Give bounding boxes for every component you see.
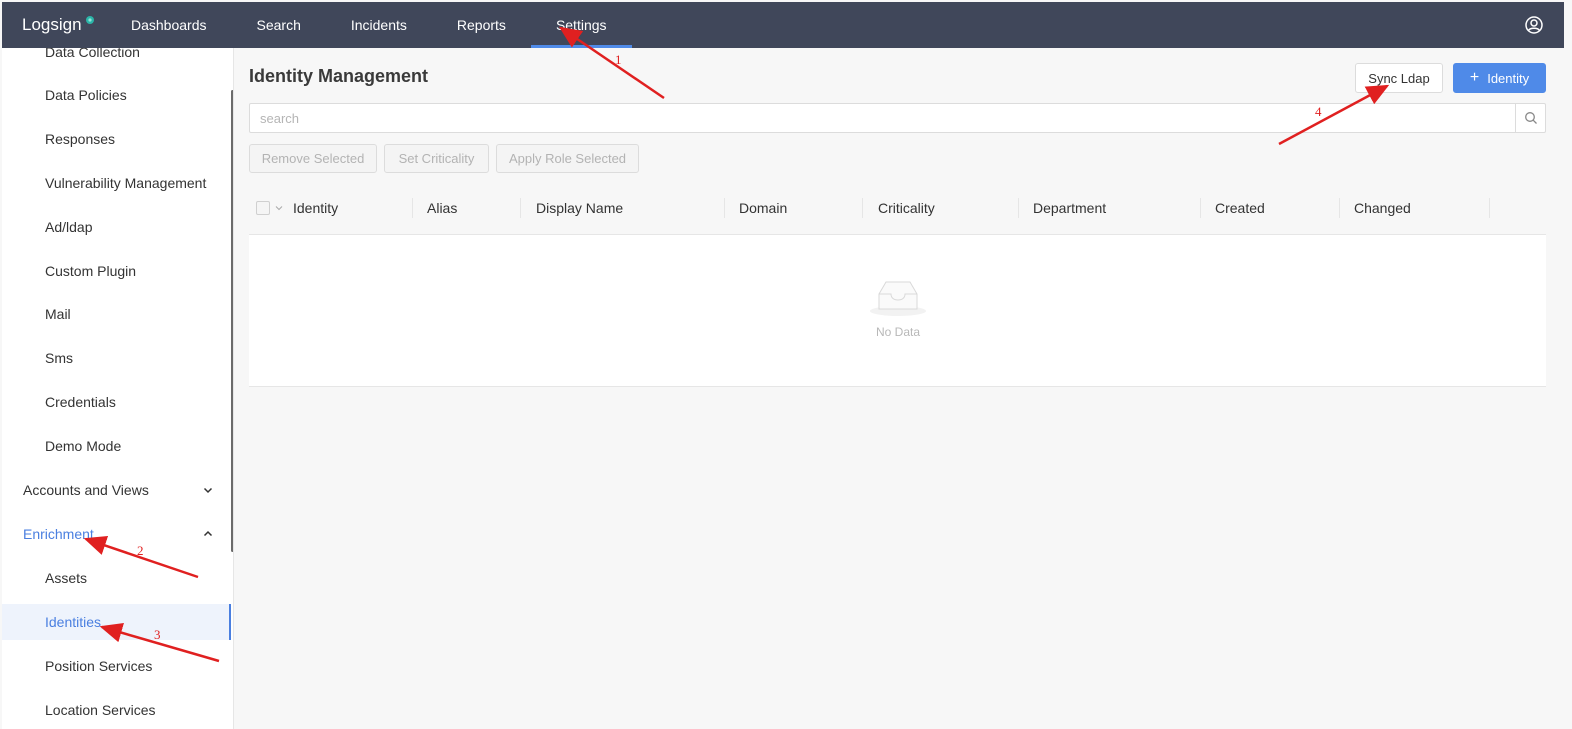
column-divider — [862, 198, 863, 218]
sidebar-group-enrichment[interactable]: Enrichment — [2, 516, 231, 552]
sidebar-group-label: Accounts and Views — [23, 482, 149, 498]
nav-search[interactable]: Search — [232, 2, 326, 48]
nav-settings[interactable]: Settings — [530, 2, 632, 48]
sidebar-item-data-collection[interactable]: Data Collection — [2, 48, 231, 70]
empty-state-text: No Data — [875, 325, 921, 339]
search-input[interactable] — [250, 104, 1515, 132]
sidebar-item-ad-ldap[interactable]: Ad/ldap — [2, 209, 231, 245]
logo[interactable]: Logsign — [2, 2, 122, 48]
column-divider — [724, 198, 725, 218]
column-header-domain[interactable]: Domain — [739, 191, 787, 225]
empty-inbox-icon — [870, 281, 926, 316]
column-header-department[interactable]: Department — [1033, 191, 1106, 225]
column-header-changed[interactable]: Changed — [1354, 191, 1411, 225]
column-header-alias[interactable]: Alias — [427, 191, 457, 225]
settings-sidebar: Data Collection Data Policies Responses … — [2, 48, 234, 729]
column-divider — [1339, 198, 1340, 218]
sidebar-item-assets[interactable]: Assets — [2, 560, 231, 596]
sidebar-scrollbar[interactable] — [231, 90, 233, 552]
annotation-label-2: 2 — [137, 543, 144, 558]
nav-reports[interactable]: Reports — [432, 2, 531, 48]
chevron-down-icon[interactable] — [275, 204, 283, 212]
search-button[interactable] — [1515, 104, 1545, 132]
sidebar-item-credentials[interactable]: Credentials — [2, 384, 231, 420]
table-header: Identity Alias Display Name Domain Criti… — [249, 191, 1546, 234]
chevron-up-icon — [203, 530, 213, 537]
nav-dashboards[interactable]: Dashboards — [122, 2, 232, 48]
sidebar-item-mail[interactable]: Mail — [2, 296, 231, 332]
sync-ldap-button[interactable]: Sync Ldap — [1355, 63, 1443, 93]
sidebar-item-location-services[interactable]: Location Services — [2, 692, 231, 728]
column-divider — [1489, 198, 1490, 218]
column-header-criticality[interactable]: Criticality — [878, 191, 935, 225]
column-header-identity[interactable]: Identity — [293, 191, 338, 225]
select-all-control[interactable] — [256, 191, 283, 225]
annotation-label-4: 4 — [1315, 104, 1322, 119]
sidebar-item-data-policies[interactable]: Data Policies — [2, 77, 231, 113]
remove-selected-button[interactable]: Remove Selected — [249, 144, 377, 173]
annotation-label-3: 3 — [154, 627, 161, 642]
column-divider — [412, 198, 413, 218]
sidebar-item-position-services[interactable]: Position Services — [2, 648, 231, 684]
empty-state: No Data — [868, 278, 928, 339]
set-criticality-button[interactable]: Set Criticality — [384, 144, 489, 173]
column-header-display-name[interactable]: Display Name — [536, 191, 623, 225]
column-divider — [520, 198, 521, 218]
sidebar-item-custom-plugin[interactable]: Custom Plugin — [2, 253, 231, 289]
search-bar — [249, 103, 1546, 133]
nav-incidents[interactable]: Incidents — [326, 2, 432, 48]
user-account-icon[interactable] — [1524, 15, 1544, 35]
search-icon — [1524, 112, 1537, 124]
sidebar-item-vulnerability-management[interactable]: Vulnerability Management — [2, 165, 231, 201]
add-identity-button[interactable]: + Identity — [1453, 63, 1546, 93]
annotation-label-1: 1 — [615, 52, 622, 67]
main-nav: Dashboards Search Incidents Reports Sett… — [122, 2, 632, 48]
plus-icon: + — [1469, 69, 1480, 86]
select-all-checkbox[interactable] — [256, 201, 270, 215]
chevron-down-icon — [203, 487, 213, 494]
page-title: Identity Management — [249, 66, 429, 86]
sidebar-group-accounts-and-views[interactable]: Accounts and Views — [2, 472, 231, 508]
sidebar-item-sms[interactable]: Sms — [2, 340, 231, 376]
apply-role-selected-button[interactable]: Apply Role Selected — [496, 144, 639, 173]
table-body: No Data — [249, 234, 1546, 387]
add-identity-label: Identity — [1487, 70, 1530, 86]
column-divider — [1200, 198, 1201, 218]
logo-mark-icon — [85, 16, 94, 24]
top-navbar: Logsign Dashboards Search Incidents Repo… — [2, 2, 1564, 48]
sidebar-group-label: Enrichment — [23, 526, 94, 542]
sidebar-item-responses[interactable]: Responses — [2, 121, 231, 157]
logo-text: Logsign — [22, 15, 82, 34]
column-divider — [1018, 198, 1019, 218]
sidebar-item-identities[interactable]: Identities — [2, 604, 231, 640]
column-header-created[interactable]: Created — [1215, 191, 1265, 225]
sidebar-item-demo-mode[interactable]: Demo Mode — [2, 428, 231, 464]
